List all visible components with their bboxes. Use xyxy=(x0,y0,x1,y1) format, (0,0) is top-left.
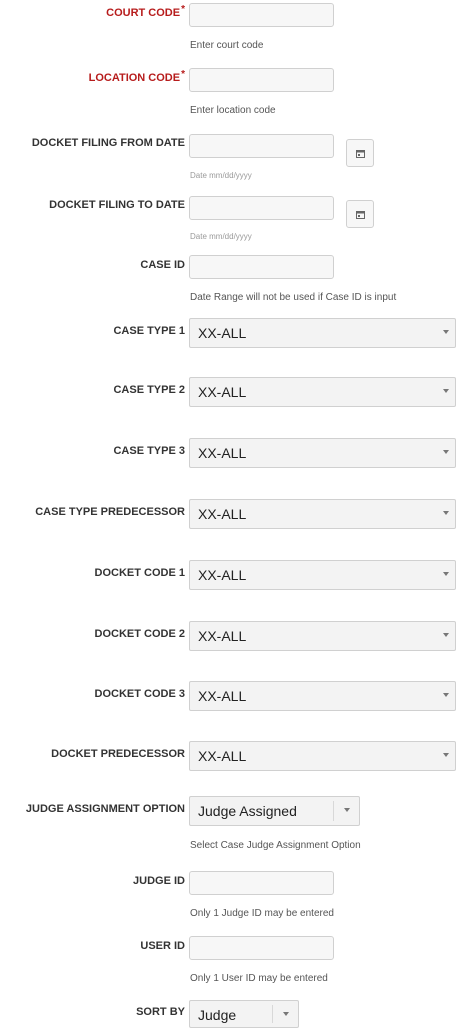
judge-id-input[interactable] xyxy=(189,871,334,895)
chevron-down-icon xyxy=(443,572,449,576)
chevron-down-icon xyxy=(443,450,449,454)
case-id-label: CASE ID xyxy=(140,259,185,271)
user-id-input[interactable] xyxy=(189,936,334,960)
sort-by-value: Judge xyxy=(198,1007,237,1023)
filing-from-date-input[interactable] xyxy=(189,134,334,158)
filing-to-calendar-button[interactable] xyxy=(346,200,374,228)
sort-by-select[interactable]: Judge xyxy=(189,1000,299,1028)
chevron-down-icon xyxy=(283,1012,289,1016)
judge-assignment-help: Select Case Judge Assignment Option xyxy=(190,840,361,851)
judge-id-help: Only 1 Judge ID may be entered xyxy=(190,908,334,919)
case-type-2-value: XX-ALL xyxy=(198,384,247,400)
judge-assignment-option-select[interactable]: Judge Assigned xyxy=(189,796,360,826)
case-type-predecessor-label: CASE TYPE PREDECESSOR xyxy=(35,506,185,518)
docket-code-2-value: XX-ALL xyxy=(198,628,247,644)
chevron-down-icon xyxy=(443,511,449,515)
docket-predecessor-value: XX-ALL xyxy=(198,748,247,764)
case-type-3-value: XX-ALL xyxy=(198,445,247,461)
docket-code-3-label: DOCKET CODE 3 xyxy=(94,688,185,700)
case-type-3-select[interactable]: XX-ALL xyxy=(189,438,456,468)
filing-to-date-input[interactable] xyxy=(189,196,334,220)
case-type-2-select[interactable]: XX-ALL xyxy=(189,377,456,407)
docket-code-2-select[interactable]: XX-ALL xyxy=(189,621,456,651)
docket-predecessor-label: DOCKET PREDECESSOR xyxy=(51,748,185,760)
chevron-down-icon xyxy=(344,808,350,812)
location-code-label: LOCATION CODE* xyxy=(88,69,185,84)
required-marker: * xyxy=(181,4,185,15)
court-code-input[interactable] xyxy=(189,3,334,27)
filing-from-calendar-button[interactable] xyxy=(346,139,374,167)
case-type-predecessor-select[interactable]: XX-ALL xyxy=(189,499,456,529)
case-type-2-label: CASE TYPE 2 xyxy=(113,384,185,396)
docket-code-1-select[interactable]: XX-ALL xyxy=(189,560,456,590)
docket-code-3-value: XX-ALL xyxy=(198,688,247,704)
location-code-help: Enter location code xyxy=(190,105,276,116)
judge-assignment-option-value: Judge Assigned xyxy=(198,803,297,819)
judge-id-label: JUDGE ID xyxy=(133,875,185,887)
docket-code-2-label: DOCKET CODE 2 xyxy=(94,628,185,640)
chevron-down-icon xyxy=(443,693,449,697)
docket-predecessor-select[interactable]: XX-ALL xyxy=(189,741,456,771)
filing-from-help: Date mm/dd/yyyy xyxy=(190,171,252,180)
calendar-icon xyxy=(355,149,365,158)
sort-by-label: SORT BY xyxy=(136,1006,185,1018)
docket-code-1-value: XX-ALL xyxy=(198,567,247,583)
case-type-1-select[interactable]: XX-ALL xyxy=(189,318,456,348)
case-id-help: Date Range will not be used if Case ID i… xyxy=(190,292,397,303)
case-type-1-value: XX-ALL xyxy=(198,325,247,341)
court-code-label: COURT CODE* xyxy=(106,4,185,19)
docket-code-1-label: DOCKET CODE 1 xyxy=(94,567,185,579)
chevron-down-icon xyxy=(443,753,449,757)
court-code-help: Enter court code xyxy=(190,40,264,51)
user-id-label: USER ID xyxy=(140,940,185,952)
docket-code-3-select[interactable]: XX-ALL xyxy=(189,681,456,711)
judge-assignment-option-label: JUDGE ASSIGNMENT OPTION xyxy=(25,803,185,815)
filing-to-help: Date mm/dd/yyyy xyxy=(190,232,252,241)
calendar-icon xyxy=(355,210,365,219)
chevron-down-icon xyxy=(443,633,449,637)
filing-from-label: DOCKET FILING FROM DATE xyxy=(31,137,185,149)
filing-to-label: DOCKET FILING TO DATE xyxy=(49,199,185,211)
select-divider xyxy=(272,1005,273,1023)
case-id-input[interactable] xyxy=(189,255,334,279)
user-id-help: Only 1 User ID may be entered xyxy=(190,973,328,984)
required-marker: * xyxy=(181,69,185,80)
chevron-down-icon xyxy=(443,330,449,334)
case-type-predecessor-value: XX-ALL xyxy=(198,506,247,522)
case-type-1-label: CASE TYPE 1 xyxy=(113,325,185,337)
chevron-down-icon xyxy=(443,389,449,393)
select-divider xyxy=(333,801,334,821)
case-type-3-label: CASE TYPE 3 xyxy=(113,445,185,457)
location-code-input[interactable] xyxy=(189,68,334,92)
